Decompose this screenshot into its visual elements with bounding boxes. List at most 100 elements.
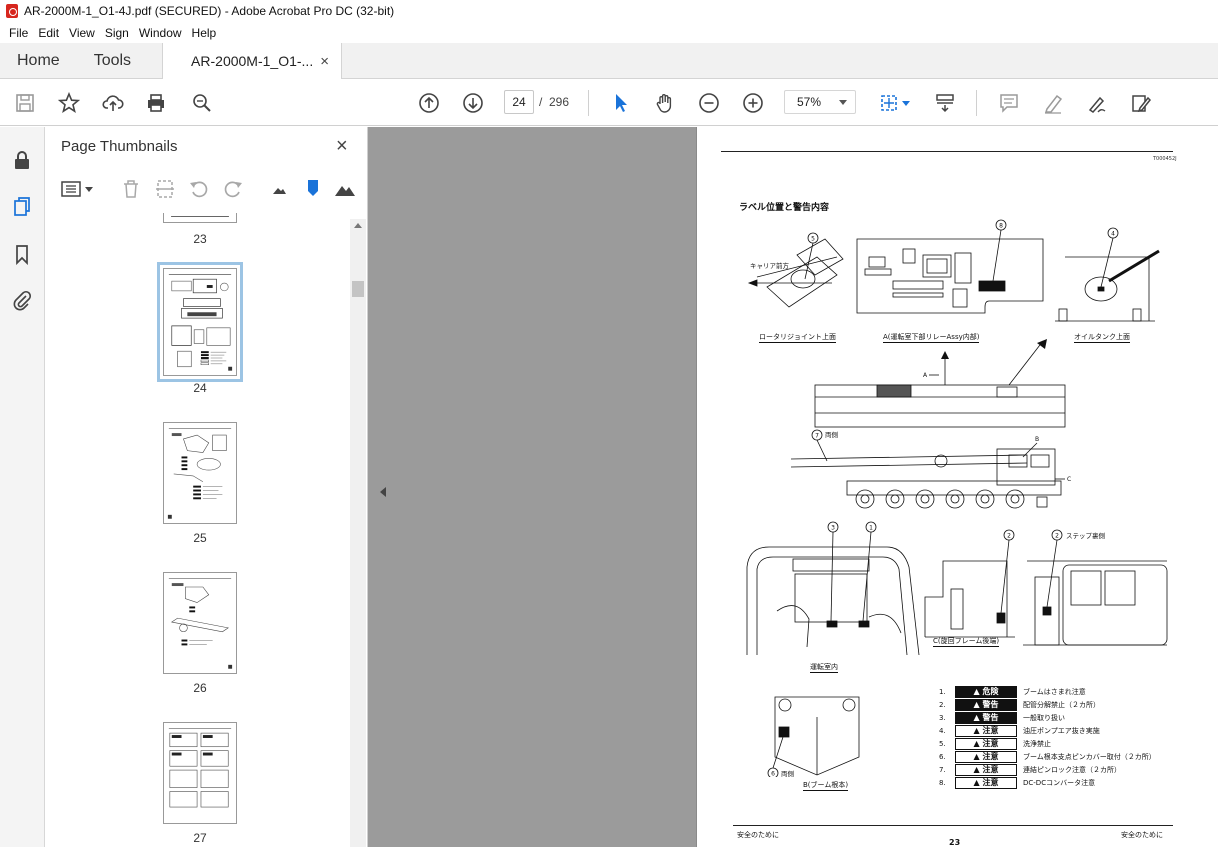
- legend-number: 4.: [939, 726, 946, 735]
- sign-icon[interactable]: [1084, 90, 1110, 116]
- star-icon[interactable]: [56, 90, 82, 116]
- hand-tool-icon[interactable]: [652, 90, 678, 116]
- scrolling-mode-icon[interactable]: [932, 90, 958, 116]
- title-bar: AR-2000M-1_O1-4J.pdf (SECURED) - Adobe A…: [0, 0, 1218, 22]
- legend-badge-caution: ▲ 注意: [955, 737, 1017, 750]
- smaller-thumbnails-icon[interactable]: [267, 177, 291, 201]
- legend-row: 3. ▲ 警告 一般取り扱い: [939, 711, 1189, 724]
- menu-help[interactable]: Help: [187, 26, 222, 40]
- legend-number: 3.: [939, 713, 946, 722]
- thumbnail-label: 25: [193, 531, 207, 545]
- footer-page-number: 23: [949, 838, 961, 847]
- fit-page-icon[interactable]: [876, 90, 902, 116]
- menu-file[interactable]: File: [4, 26, 33, 40]
- legend-row: 7. ▲ 注意 連結ピンロック注意（２カ所）: [939, 763, 1189, 776]
- tab-home[interactable]: Home: [0, 43, 77, 79]
- oil-tank-drawing: 4: [1055, 227, 1160, 322]
- save-icon[interactable]: [12, 90, 38, 116]
- thumbnail-page-24[interactable]: [157, 262, 243, 382]
- close-tab-icon[interactable]: ×: [320, 53, 329, 70]
- legend-badge-caution: ▲ 注意: [955, 763, 1017, 776]
- thumbnail-page-25[interactable]: [163, 422, 237, 524]
- menu-window[interactable]: Window: [134, 26, 187, 40]
- crane-side-view: 7 両側 B C: [790, 429, 1071, 509]
- print-icon[interactable]: [143, 90, 169, 116]
- callout-2b: 2: [1055, 533, 1059, 540]
- bookmark-icon[interactable]: [9, 241, 35, 267]
- zoom-level-dropdown[interactable]: 57%: [784, 90, 856, 114]
- legend-badge-text: 注意: [982, 739, 999, 748]
- callout-b: B: [1035, 436, 1039, 443]
- frame-rear-drawing: 2: [924, 529, 1015, 638]
- menu-edit[interactable]: Edit: [33, 26, 64, 40]
- comment-icon[interactable]: [996, 90, 1022, 116]
- page-number-input[interactable]: 24: [504, 90, 534, 114]
- tab-tools[interactable]: Tools: [77, 43, 148, 79]
- thumbnail-page-23[interactable]: [163, 213, 237, 223]
- tab-bar: Home Tools AR-2000M-1_O1-... ×: [0, 43, 1218, 79]
- rotate-left-icon[interactable]: [187, 177, 211, 201]
- legend-row: 4. ▲ 注意 油圧ポンプエア抜き実施: [939, 724, 1189, 737]
- caption-oil-tank: オイルタンク上面: [1074, 333, 1130, 343]
- legend-text: 連結ピンロック注意（２カ所）: [1023, 765, 1121, 774]
- footer-left-text: 安全のために: [737, 831, 779, 839]
- delete-page-icon[interactable]: [119, 177, 143, 201]
- legend-number: 5.: [939, 739, 946, 748]
- legend-badge-text: 注意: [982, 752, 999, 761]
- legend-badge-danger: ▲ 危険: [955, 685, 1017, 698]
- page-thumbnails-icon[interactable]: [9, 193, 35, 219]
- fit-page-chevron-icon[interactable]: [900, 90, 912, 116]
- rotate-right-icon[interactable]: [221, 177, 245, 201]
- scroll-up-icon[interactable]: [354, 223, 362, 228]
- highlight-pen-icon[interactable]: [1040, 90, 1066, 116]
- callout-4: 4: [1111, 231, 1115, 238]
- next-page-icon[interactable]: [460, 90, 486, 116]
- larger-thumbnails-icon[interactable]: [333, 177, 357, 201]
- legend-text: ブームはさまれ注意: [1023, 687, 1086, 696]
- thumbnail-options-icon[interactable]: [59, 177, 83, 201]
- attachment-icon[interactable]: [9, 287, 35, 313]
- legend-badge-text: 警告: [982, 700, 999, 709]
- lock-icon[interactable]: [9, 147, 35, 173]
- toolbar-divider: [976, 90, 977, 116]
- menu-sign[interactable]: Sign: [100, 26, 134, 40]
- menu-view[interactable]: View: [64, 26, 100, 40]
- zoom-out-icon[interactable]: [696, 90, 722, 116]
- total-pages: 296: [549, 95, 570, 109]
- zoom-in-icon[interactable]: [740, 90, 766, 116]
- legend-text: 一般取り扱い: [1023, 713, 1065, 722]
- legend-badge-warning: ▲ 警告: [955, 698, 1017, 711]
- legend-row: 8. ▲ 注意 DC-DCコンバータ注意: [939, 776, 1189, 789]
- collapse-panel-icon[interactable]: [380, 487, 386, 497]
- warning-label-legend: 1. ▲ 危険 ブームはさまれ注意 2. ▲ 警告 配管分解禁止（２カ所） 3.…: [939, 685, 1189, 789]
- page-thumbnails-panel: Page Thumbnails × 23 24 25 26 27: [45, 127, 368, 847]
- legend-text: 油圧ポンプエア抜き実施: [1023, 726, 1100, 735]
- pdf-page[interactable]: T000452J ラベル位置と警告内容 5 キャリア前方 8 4 A 7 両側 …: [696, 127, 1218, 847]
- legend-row: 1. ▲ 危険 ブームはさまれ注意: [939, 685, 1189, 698]
- acrobat-icon: [6, 4, 18, 18]
- tab-document[interactable]: AR-2000M-1_O1-... ×: [162, 43, 343, 79]
- caption-rotary-joint: ロータリジョイント上面: [759, 333, 836, 343]
- thumbnails-scrollbar[interactable]: [350, 219, 366, 847]
- callout-6: 6: [771, 771, 775, 778]
- chevron-down-icon[interactable]: [83, 177, 95, 201]
- legend-number: 8.: [939, 778, 946, 787]
- callout-8: 8: [999, 223, 1003, 230]
- scrollbar-thumb[interactable]: [352, 281, 364, 297]
- thumbnail-label: 24: [193, 381, 207, 395]
- search-zoom-icon[interactable]: [189, 90, 215, 116]
- thumbnail-size-slider-icon[interactable]: [301, 177, 325, 201]
- edit-pdf-icon[interactable]: [1128, 90, 1154, 116]
- thumbnail-label: 27: [193, 831, 207, 845]
- extract-page-icon[interactable]: [153, 177, 177, 201]
- select-cursor-icon[interactable]: [608, 90, 634, 116]
- upload-cloud-icon[interactable]: [100, 90, 126, 116]
- caption-frame-rear: C(旋回フレーム後端): [933, 637, 1000, 647]
- close-panel-icon[interactable]: ×: [336, 135, 348, 158]
- panel-toolbar: [45, 173, 367, 205]
- previous-page-icon[interactable]: [416, 90, 442, 116]
- thumbnail-page-27[interactable]: [163, 722, 237, 824]
- legend-row: 2. ▲ 警告 配管分解禁止（２カ所）: [939, 698, 1189, 711]
- thumbnail-page-26[interactable]: [163, 572, 237, 674]
- legend-number: 6.: [939, 752, 946, 761]
